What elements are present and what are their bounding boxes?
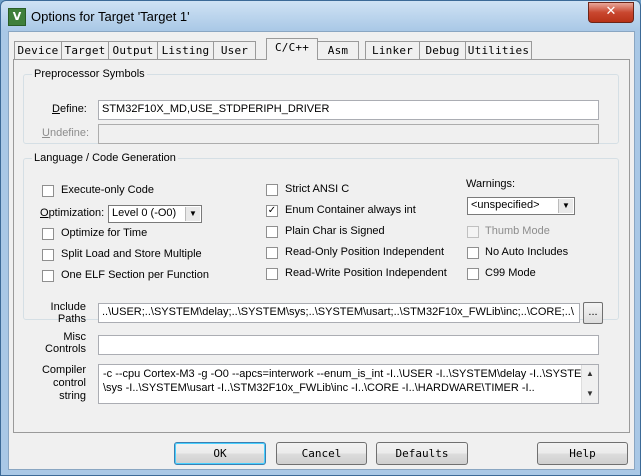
optimize-time-label: Optimize for Time	[61, 227, 148, 239]
strict-ansi-label: Strict ANSI C	[285, 183, 350, 195]
misc-label-line2: Controls	[45, 343, 86, 355]
warnings-value: <unspecified>	[471, 199, 540, 211]
include-label-line2: Paths	[57, 313, 86, 325]
tab-c-cpp[interactable]: C/C++	[266, 38, 318, 60]
misc-label-line1: Misc	[63, 331, 86, 343]
tab-utilities[interactable]: Utilities	[465, 41, 532, 59]
strict-ansi-checkbox[interactable]	[266, 184, 278, 196]
plain-char-label: Plain Char is Signed	[285, 225, 385, 237]
one-elf-checkbox[interactable]	[42, 270, 54, 282]
help-button[interactable]: Help	[537, 442, 628, 465]
include-paths-input[interactable]: ..\USER;..\SYSTEM\delay;..\SYSTEM\sys;..…	[98, 303, 580, 323]
ok-button[interactable]: OK	[174, 442, 266, 465]
warnings-label: Warnings:	[466, 178, 516, 190]
split-load-checkbox[interactable]	[42, 249, 54, 261]
tab-debug[interactable]: Debug	[419, 41, 466, 59]
misc-controls-input[interactable]	[98, 335, 599, 355]
plain-char-checkbox[interactable]	[266, 226, 278, 238]
enum-container-checkbox[interactable]: ✓	[266, 205, 278, 217]
preprocessor-legend: Preprocessor Symbols	[34, 68, 145, 80]
keil-uvision-icon: V	[8, 8, 26, 26]
split-load-label: Split Load and Store Multiple	[61, 248, 202, 260]
thumb-mode-label: Thumb Mode	[485, 225, 550, 237]
include-paths-browse-button[interactable]: ...	[583, 302, 603, 324]
undefine-input[interactable]	[98, 124, 599, 144]
optimization-select[interactable]: Level 0 (-O0) ▼	[108, 205, 202, 223]
cancel-button[interactable]: Cancel	[276, 442, 367, 465]
rw-pi-checkbox[interactable]	[266, 268, 278, 280]
compiler-control-label: Compiler control string	[40, 364, 86, 403]
tab-device[interactable]: Device	[14, 41, 62, 59]
execute-only-label: Execute-only Code	[61, 184, 154, 196]
execute-only-checkbox[interactable]	[42, 185, 54, 197]
no-auto-includes-label: No Auto Includes	[485, 246, 569, 258]
cpp-options-panel: Preprocessor Symbols Define: STM32F10X_M…	[13, 59, 630, 433]
chevron-down-icon: ▼	[558, 199, 573, 213]
chevron-down-icon: ▼	[185, 207, 200, 221]
options-dialog: V Options for Target 'Target 1' ✕ Device…	[0, 0, 641, 476]
window-title: Options for Target 'Target 1'	[31, 9, 190, 24]
tab-target[interactable]: Target	[61, 41, 109, 59]
c99-mode-label: C99 Mode	[485, 267, 536, 279]
optimization-label: Optimization:	[40, 207, 105, 219]
defaults-button[interactable]: Defaults	[376, 442, 468, 465]
tab-asm[interactable]: Asm	[317, 41, 359, 59]
no-auto-includes-checkbox[interactable]	[467, 247, 479, 259]
checkmark-icon: ✓	[267, 205, 277, 216]
tab-output[interactable]: Output	[108, 41, 158, 59]
codegen-legend: Language / Code Generation	[34, 152, 176, 164]
compiler-label-line2: control	[52, 377, 86, 389]
tab-linker[interactable]: Linker	[365, 41, 420, 59]
c99-mode-checkbox[interactable]	[467, 268, 479, 280]
enum-container-label: Enum Container always int	[285, 204, 416, 216]
one-elf-label: One ELF Section per Function	[61, 269, 209, 281]
ro-pi-checkbox[interactable]	[266, 247, 278, 259]
undefine-label: Undefine:	[42, 127, 90, 139]
define-input[interactable]: STM32F10X_MD,USE_STDPERIPH_DRIVER	[98, 100, 599, 120]
compiler-control-string[interactable]: -c --cpu Cortex-M3 -g -O0 --apcs=interwo…	[98, 364, 599, 404]
close-button[interactable]: ✕	[588, 2, 634, 23]
include-label-line1: Include	[50, 301, 86, 313]
rw-pi-label: Read-Write Position Independent	[285, 267, 447, 279]
thumb-mode-checkbox[interactable]	[467, 226, 479, 238]
title-bar[interactable]: V Options for Target 'Target 1' ✕	[1, 1, 640, 31]
include-paths-label: Include Paths	[40, 301, 86, 325]
misc-controls-label: Misc Controls	[40, 331, 86, 355]
scroll-down-icon[interactable]: ▼	[584, 387, 596, 401]
compiler-string-line2: \sys -I..\SYSTEM\usart -I..\STM32F10x_FW…	[103, 382, 535, 394]
optimization-value: Level 0 (-O0)	[112, 207, 177, 219]
optimize-time-checkbox[interactable]	[42, 228, 54, 240]
compiler-string-line1: -c --cpu Cortex-M3 -g -O0 --apcs=interwo…	[103, 368, 591, 380]
tab-listing[interactable]: Listing	[157, 41, 214, 59]
compiler-scrollbar[interactable]: ▲ ▼	[581, 365, 598, 403]
dialog-client: Device Target Output Listing User C/C++ …	[8, 31, 635, 470]
scroll-up-icon[interactable]: ▲	[584, 367, 596, 381]
ro-pi-label: Read-Only Position Independent	[285, 246, 444, 258]
warnings-select[interactable]: <unspecified> ▼	[467, 197, 575, 215]
tab-user[interactable]: User	[213, 41, 256, 59]
compiler-label-line3: string	[59, 390, 86, 402]
define-label: Define:	[52, 103, 87, 115]
compiler-label-line1: Compiler	[41, 364, 86, 376]
